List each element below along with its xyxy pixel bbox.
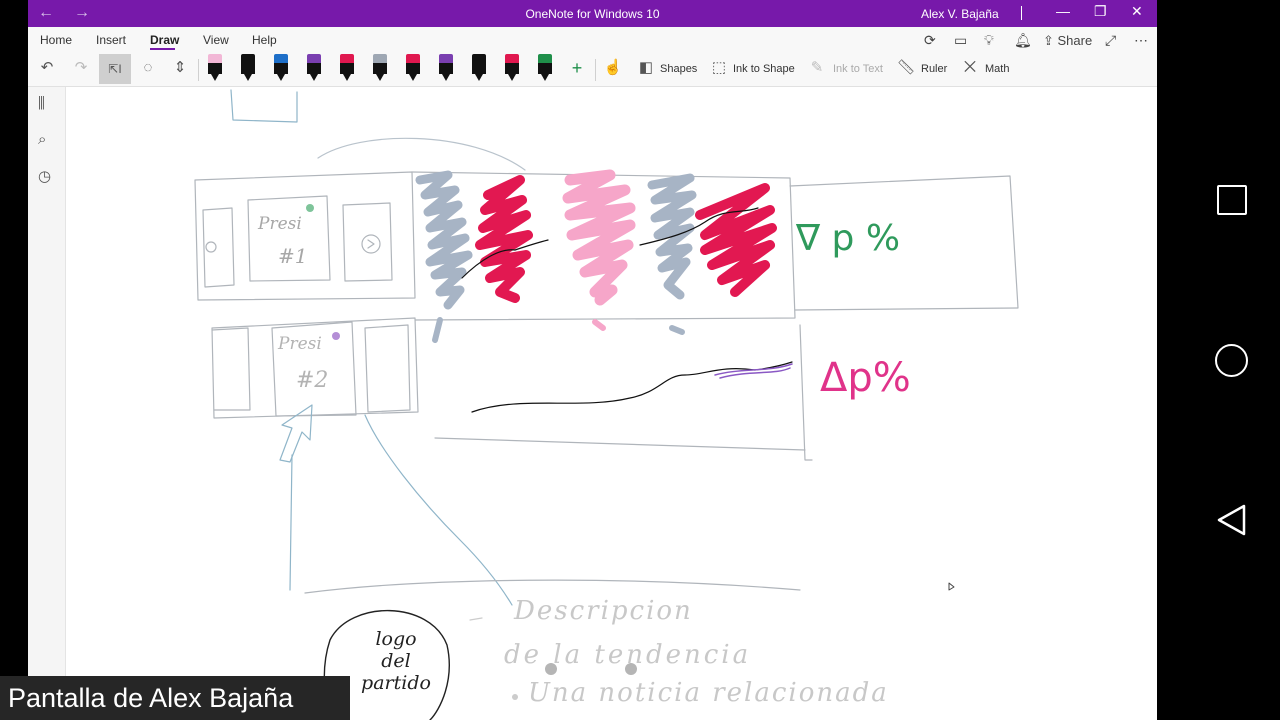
logo-placeholder: logo del partido <box>346 628 446 694</box>
card1-number: #1 <box>278 244 308 268</box>
notebooks-icon[interactable]: ⫼ <box>38 95 45 112</box>
delta-p-percent-label: Δp% <box>820 355 911 401</box>
user-name[interactable]: Alex V. Bajaña <box>921 7 999 21</box>
pen-swatch[interactable] <box>472 54 486 81</box>
android-navigation-bar <box>1157 0 1280 720</box>
share-label: Share <box>1057 33 1093 48</box>
redo-icon[interactable]: ↷ <box>70 57 92 79</box>
undo-icon[interactable]: ↶ <box>36 57 58 79</box>
shapes-icon[interactable]: ◧ <box>635 57 657 79</box>
pen-swatch[interactable] <box>439 54 453 81</box>
ink-to-text-icon: ✎ <box>810 59 824 76</box>
title-separator <box>1021 6 1022 20</box>
home-button[interactable] <box>1215 344 1248 377</box>
pen-swatch[interactable] <box>307 54 321 81</box>
lightbulb-icon[interactable]: 💡︎ <box>984 32 994 49</box>
pen-swatch[interactable] <box>241 54 255 81</box>
card1-title: Presi <box>258 214 302 234</box>
left-navigation: ⫼ ⌕ ◷ <box>28 87 66 720</box>
screen-share-caption: Pantalla de Alex Bajaña <box>0 676 350 720</box>
pen-swatch[interactable] <box>406 54 420 81</box>
ribbon-separator <box>595 59 596 81</box>
tab-draw[interactable]: Draw <box>150 33 179 47</box>
pen-swatch[interactable] <box>340 54 354 81</box>
ink-to-shape-icon[interactable]: ⬚ <box>708 57 730 79</box>
recent-apps-button[interactable] <box>1217 185 1247 215</box>
search-icon[interactable]: ⌕ <box>38 131 46 148</box>
ruler-icon[interactable]: 📏︎ <box>895 57 917 79</box>
tab-insert[interactable]: Insert <box>96 33 126 47</box>
pen-swatch[interactable] <box>274 54 288 81</box>
ink-to-text-button: Ink to Text <box>833 63 883 75</box>
share-button[interactable]: ⇪ Share <box>1043 33 1092 49</box>
back-button[interactable] <box>1215 503 1247 537</box>
type-select-tool[interactable]: ⇱I <box>99 54 131 84</box>
highlighter-pen[interactable] <box>208 54 222 81</box>
ink-to-shape-button[interactable]: Ink to Shape <box>733 63 795 75</box>
description-line-2: de la tendencia <box>504 640 752 670</box>
notebooks-icon[interactable]: ▭ <box>954 32 967 49</box>
onenote-window: ← → OneNote for Windows 10 Alex V. Bajañ… <box>28 0 1157 720</box>
pen-swatch[interactable] <box>538 54 552 81</box>
shapes-button[interactable]: Shapes <box>660 63 697 75</box>
recent-notes-icon[interactable]: ◷ <box>38 167 51 185</box>
math-icon[interactable]: ⨉ <box>959 57 981 79</box>
touch-draw-icon[interactable]: ☝ <box>602 57 624 79</box>
card2-number: #2 <box>296 368 329 393</box>
logo-text-line: partido <box>361 672 431 694</box>
description-line-1: Descripcion <box>514 596 693 626</box>
description-line-3: Una noticia relacionada <box>528 678 889 708</box>
active-tab-indicator <box>150 48 175 50</box>
minimize-button[interactable]: — <box>1056 3 1070 19</box>
logo-text-line: del <box>381 650 411 672</box>
tab-help[interactable]: Help <box>252 33 277 47</box>
bell-icon[interactable]: 🔔︎ <box>1014 32 1032 49</box>
tab-home[interactable]: Home <box>40 33 72 47</box>
math-button[interactable]: Math <box>985 63 1009 75</box>
lasso-select-icon[interactable]: ◌ <box>137 57 159 79</box>
card2-title: Presi <box>278 334 322 354</box>
close-button[interactable]: ✕ <box>1131 3 1143 20</box>
pen-swatch[interactable] <box>505 54 519 81</box>
logo-text-line: logo <box>375 628 417 650</box>
add-pen-icon[interactable]: + <box>566 57 588 79</box>
more-options-icon[interactable]: ⋯ <box>1134 32 1148 49</box>
sync-icon[interactable]: ⟳ <box>924 32 936 49</box>
title-bar: ← → OneNote for Windows 10 Alex V. Bajañ… <box>28 0 1157 27</box>
insert-space-icon[interactable]: ⇕ <box>169 57 191 79</box>
ribbon-separator <box>198 59 199 81</box>
pen-swatch[interactable] <box>373 54 387 81</box>
ribbon: Home Insert Draw View Help ⟳ ▭ 💡︎ 🔔︎ ⇪ S… <box>28 27 1157 87</box>
ruler-button[interactable]: Ruler <box>921 63 947 75</box>
tab-view[interactable]: View <box>203 33 229 47</box>
expand-icon[interactable]: ⤢ <box>1105 32 1116 49</box>
nabla-p-percent-label: ∇ p % <box>796 218 901 259</box>
restore-button[interactable]: ❐ <box>1094 3 1107 20</box>
